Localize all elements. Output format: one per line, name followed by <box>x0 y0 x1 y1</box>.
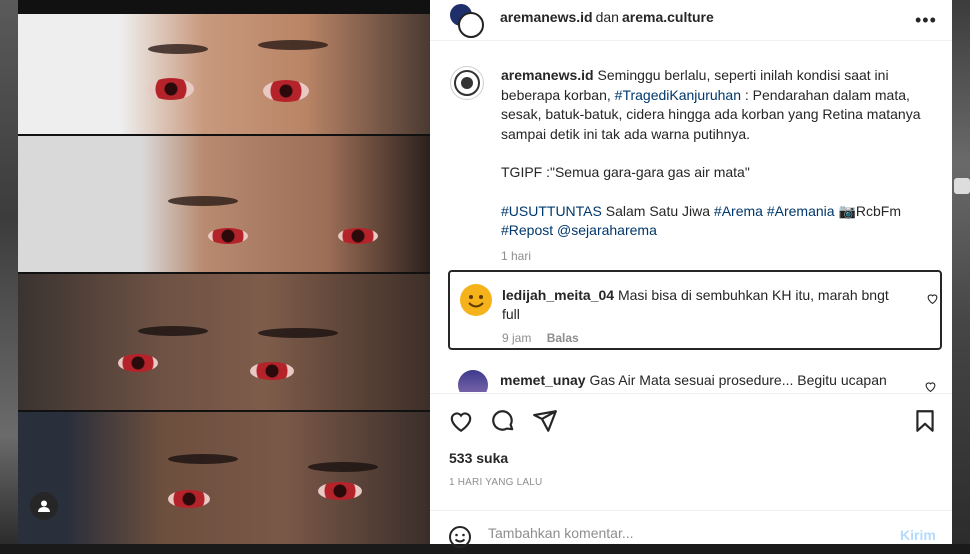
avatar <box>458 12 484 38</box>
post-date: 1 HARI YANG LALU <box>449 477 543 488</box>
hashtag-link[interactable]: #Aremania <box>767 203 835 219</box>
comment-heart-icon[interactable] <box>924 380 937 392</box>
backdrop-left <box>0 0 18 544</box>
backdrop-right <box>952 0 970 544</box>
account-link[interactable]: aremanews.id <box>500 9 593 25</box>
comment-body: ledijah_meita_04 Masi bisa di sembuhkan … <box>502 286 902 324</box>
collab-avatars[interactable] <box>448 2 484 38</box>
user-tag-icon[interactable] <box>30 492 58 520</box>
caption-time: 1 hari <box>501 248 532 263</box>
reply-button[interactable]: Balas <box>547 331 579 345</box>
comment-username[interactable]: ledijah_meita_04 <box>502 287 614 303</box>
comment-heart-icon[interactable] <box>926 292 939 310</box>
bookmark-icon[interactable] <box>912 408 938 434</box>
image-strip-3 <box>18 274 430 410</box>
heart-icon[interactable] <box>448 408 474 434</box>
hashtag-link[interactable]: #Repost <box>501 222 553 238</box>
comment-text: Gas Air Mata sesuai prosedure... Begitu … <box>589 372 887 388</box>
hashtag-link[interactable]: #Arema <box>714 203 763 219</box>
action-bar <box>430 393 952 446</box>
comment-meta: 9 jam Balas <box>502 331 591 345</box>
emoji-icon[interactable] <box>448 525 472 554</box>
backdrop-fragment <box>954 178 970 194</box>
caption-username[interactable]: aremanews.id <box>501 67 594 83</box>
post-comment-button[interactable]: Kirim <box>900 527 936 543</box>
image-strip-1 <box>18 14 430 134</box>
caption-credit: 📷RcbFm <box>838 202 901 219</box>
caption-text: Salam Satu Jiwa <box>605 202 711 219</box>
comment-username[interactable]: memet_unay <box>500 372 586 388</box>
comment-icon[interactable] <box>490 408 516 434</box>
post-header: aremanews.id dan arema.culture ••• <box>430 0 952 41</box>
caption-quote: TGIPF :"Semua gara-gara gas air mata" <box>501 164 750 180</box>
hashtag-link[interactable]: #USUTTUNTAS <box>501 203 602 219</box>
post-panel: aremanews.id dan arema.culture ••• aremane… <box>430 0 952 548</box>
avatar[interactable] <box>460 284 492 316</box>
collaborator-link[interactable]: arema.culture <box>622 9 714 25</box>
separator-text: dan <box>595 9 619 25</box>
comment-body: memet_unay Gas Air Mata sesuai prosedure… <box>500 372 900 388</box>
header-accounts: aremanews.id dan arema.culture <box>500 9 714 25</box>
post-caption: aremanews.id Seminggu berlalu, seperti i… <box>501 66 931 266</box>
mention-link[interactable]: @sejaraharema <box>557 222 657 238</box>
comment-input[interactable] <box>488 525 868 541</box>
image-strip-4 <box>18 412 430 544</box>
comment-item: memet_unay Gas Air Mata sesuai prosedure… <box>448 370 938 392</box>
hashtag-link[interactable]: #TragediKanjuruhan <box>615 87 741 103</box>
image-strip-2 <box>18 136 430 272</box>
comment-highlighted: ledijah_meita_04 Masi bisa di sembuhkan … <box>448 270 942 350</box>
caption-avatar[interactable] <box>450 66 484 100</box>
post-image[interactable] <box>18 0 430 544</box>
more-horizontal-icon[interactable]: ••• <box>915 10 937 31</box>
add-comment-bar: Kirim <box>430 510 952 548</box>
send-icon[interactable] <box>532 408 558 434</box>
avatar[interactable] <box>458 370 488 392</box>
likes-count[interactable]: 533 suka <box>449 450 508 466</box>
comment-time: 9 jam <box>502 331 532 345</box>
